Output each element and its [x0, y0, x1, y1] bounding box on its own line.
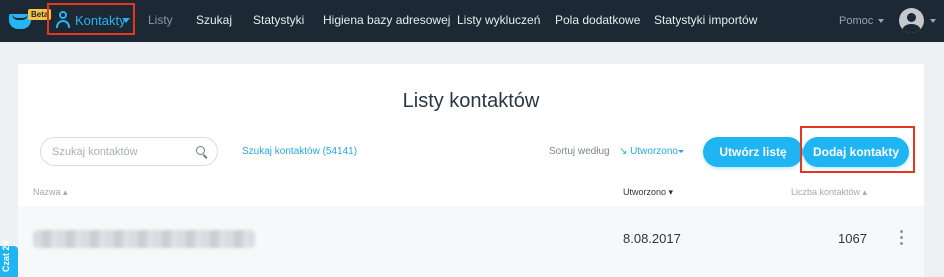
sort-dropdown[interactable]: ↘ Utworzono — [619, 146, 678, 157]
column-header-created[interactable]: Utworzono ▾ — [623, 187, 673, 198]
chevron-down-icon[interactable] — [878, 19, 884, 23]
add-contacts-button[interactable]: Dodaj kontakty — [803, 137, 909, 167]
nav-item-listy-wykluczen[interactable]: Listy wykluczeń — [457, 13, 540, 27]
search-input[interactable] — [52, 144, 182, 159]
page-title: Listy kontaktów — [402, 90, 540, 112]
nav-item-pola-dodatkowe[interactable]: Pola dodatkowe — [555, 13, 640, 27]
more-options-icon[interactable] — [899, 230, 905, 246]
sort-label: Sortuj według — [549, 146, 610, 157]
top-navigation-bar: Beta Kontakty Listy Szukaj Statystyki Hi… — [0, 0, 944, 42]
nav-item-higiena[interactable]: Higiena bazy adresowej — [323, 13, 450, 27]
chat-tab[interactable]: Czat 24 — [0, 240, 18, 277]
column-header-name[interactable]: Nazwa ▴ — [33, 187, 68, 198]
search-contacts-link[interactable]: Szukaj kontaktów (54141) — [242, 146, 357, 157]
list-name-redacted[interactable] — [33, 230, 255, 248]
nav-item-kontakty[interactable]: Kontakty — [75, 13, 126, 28]
row-created-date: 8.08.2017 — [623, 231, 681, 246]
nav-item-statystyki[interactable]: Statystyki — [253, 13, 304, 27]
nav-item-statystyki-importow[interactable]: Statystyki importów — [654, 13, 757, 27]
nav-item-szukaj[interactable]: Szukaj — [196, 13, 232, 27]
lists-card: Listy kontaktów Szukaj kontaktów (54141)… — [18, 64, 924, 277]
create-list-button[interactable]: Utwórz listę — [703, 137, 803, 167]
chevron-down-icon[interactable] — [678, 150, 684, 153]
row-contact-count: 1067 — [838, 231, 867, 246]
search-icon[interactable] — [196, 146, 209, 159]
table-row[interactable]: 8.08.2017 1067 — [18, 206, 924, 277]
help-menu[interactable]: Pomoc — [839, 15, 873, 27]
column-header-count[interactable]: Liczba kontaktów ▴ — [791, 187, 867, 198]
chevron-down-icon[interactable] — [122, 18, 130, 23]
user-icon — [56, 11, 70, 28]
avatar[interactable] — [899, 8, 924, 33]
nav-item-listy[interactable]: Listy — [148, 13, 173, 27]
chat-label: Czat 24 — [1, 240, 11, 272]
search-field[interactable] — [40, 137, 218, 166]
chevron-down-icon[interactable] — [930, 19, 936, 23]
